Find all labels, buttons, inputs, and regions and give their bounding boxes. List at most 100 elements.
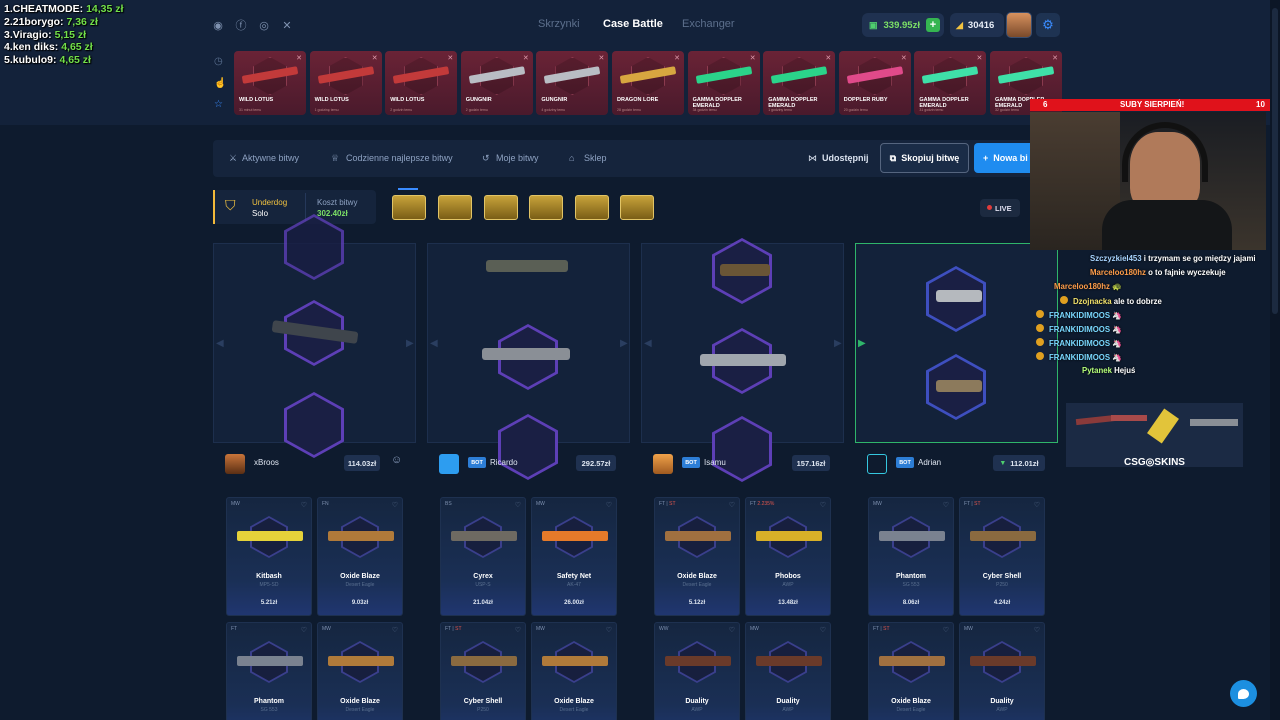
live-dot xyxy=(987,205,992,210)
star-icon[interactable]: ☆ xyxy=(214,99,223,110)
drop-card[interactable]: ✕ GUNGNIR 4 godziny temu xyxy=(536,51,609,115)
weapon-image xyxy=(237,531,303,541)
facebook-icon[interactable]: ⓕ xyxy=(233,17,249,33)
tab-case-battle[interactable]: Case Battle xyxy=(603,18,663,30)
leaderboard-name: 2.21borygo: xyxy=(4,15,64,28)
tab-best-battles[interactable]: Codzienne najlepsze bitwy xyxy=(346,153,453,163)
heart-icon[interactable]: ♡ xyxy=(606,501,612,509)
item-card[interactable]: MW ♡ Safety Net AK-47 26.00zł xyxy=(531,497,617,616)
drop-card[interactable]: ✕ GAMMA DOPPLER EMERALD 34 godzin temu xyxy=(687,51,760,115)
item-card[interactable]: MW ♡ Duality AWP xyxy=(959,622,1045,720)
copy-icon: ⧉ xyxy=(889,152,897,163)
heart-icon[interactable]: ♡ xyxy=(606,626,612,634)
item-card[interactable]: FT 2.235% ♡ Phobos AWP 13.48zł xyxy=(745,497,831,616)
drop-time: 31 godzin temu xyxy=(919,108,944,112)
heart-icon[interactable]: ♡ xyxy=(820,501,826,509)
item-name: Oxide Blaze xyxy=(677,573,717,580)
chat-text: i trzymam se go między jajami xyxy=(1143,254,1256,263)
tab-skrzynki[interactable]: Skrzynki xyxy=(538,18,580,30)
item-card[interactable]: MW ♡ Duality AWP xyxy=(745,622,831,720)
scrollbar[interactable] xyxy=(1270,0,1280,720)
drop-card[interactable]: ✕ GAMMA DOPPLER EMERALD 1 godziny temu xyxy=(763,51,836,115)
close-icon[interactable]: ✕ xyxy=(825,54,831,62)
item-card[interactable]: MW ♡ Phantom SG 553 8.06zł xyxy=(868,497,954,616)
close-icon[interactable]: ✕ xyxy=(599,54,605,62)
copy-battle-button[interactable]: ⧉ Skopiuj bitwę xyxy=(880,143,969,173)
thumbs-up-icon[interactable]: ☝ xyxy=(214,78,226,89)
weapon-image xyxy=(700,354,786,366)
weapon-image xyxy=(756,531,822,541)
drop-card[interactable]: ✕ DOPPLER RUBY 20 godzin temu xyxy=(838,51,911,115)
item-card[interactable]: BS ♡ Cyrex USP-S 21.04zł xyxy=(440,497,526,616)
item-card[interactable]: MW ♡ Oxide Blaze Desert Eagle xyxy=(531,622,617,720)
tab-active-battles[interactable]: Aktywne bitwy xyxy=(242,153,299,163)
discord-icon[interactable]: ◉ xyxy=(210,17,226,33)
balance-pill[interactable]: ▣ 339.95zł + xyxy=(862,13,944,37)
close-icon[interactable]: ✕ xyxy=(1052,54,1058,62)
drop-card[interactable]: ✕ WILD LOTUS 2 godzin temu xyxy=(385,51,458,115)
item-weapon: Desert Eagle xyxy=(682,582,712,588)
heart-icon[interactable]: ♡ xyxy=(820,626,826,634)
chat-user: FRANKIDIMOOS xyxy=(1049,339,1111,348)
drop-card[interactable]: ✕ WILD LOTUS 1 godzinę temu xyxy=(309,51,382,115)
tab-shop[interactable]: Sklep xyxy=(584,153,607,163)
heart-icon[interactable]: ♡ xyxy=(301,501,307,509)
close-icon[interactable]: ✕ xyxy=(901,54,907,62)
item-weapon: AWP xyxy=(782,707,794,713)
heart-icon[interactable]: ♡ xyxy=(943,501,949,509)
drop-card[interactable]: ✕ GAMMA DOPPLER EMERALD 31 godzin temu xyxy=(914,51,987,115)
item-name: Phobos xyxy=(775,573,801,580)
heart-icon[interactable]: ♡ xyxy=(301,626,307,634)
heart-icon[interactable]: ♡ xyxy=(1034,501,1040,509)
item-card[interactable]: FT | ST ♡ Oxide Blaze Desert Eagle xyxy=(868,622,954,720)
item-name: Cyrex xyxy=(473,573,493,580)
drop-card[interactable]: ✕ GUNGNIR 2 godzin temu xyxy=(460,51,533,115)
player-name: xBroos xyxy=(254,458,279,467)
close-icon[interactable]: ✕ xyxy=(750,54,756,62)
item-card[interactable]: FT | ST ♡ Cyber Shell P250 4.24zł xyxy=(959,497,1045,616)
user-avatar[interactable] xyxy=(1006,12,1032,38)
tab-exchanger[interactable]: Exchanger xyxy=(682,18,735,30)
heart-icon[interactable]: ♡ xyxy=(729,626,735,634)
drop-card[interactable]: ✕ DRAGON LORE 28 godzin temu xyxy=(612,51,684,115)
heart-icon[interactable]: ♡ xyxy=(515,626,521,634)
support-chat-button[interactable] xyxy=(1230,680,1257,707)
item-weapon: P250 xyxy=(996,582,1008,588)
item-card[interactable]: MW ♡ Oxide Blaze Desert Eagle xyxy=(317,622,403,720)
heart-icon[interactable]: ♡ xyxy=(1034,626,1040,634)
heart-icon[interactable]: ♡ xyxy=(392,626,398,634)
gear-icon[interactable]: ⚙ xyxy=(1036,13,1060,37)
item-card[interactable]: WW ♡ Duality AWP xyxy=(654,622,740,720)
item-quality: FT xyxy=(231,626,238,632)
heart-icon[interactable]: ♡ xyxy=(392,501,398,509)
item-card[interactable]: MW ♡ Kitbash MP5-SD 5.21zł xyxy=(226,497,312,616)
drop-card[interactable]: ✕ WILD LOTUS 31 minut temu xyxy=(234,51,306,115)
heart-icon[interactable]: ♡ xyxy=(515,501,521,509)
weapon-image xyxy=(879,656,945,666)
item-name: Oxide Blaze xyxy=(891,698,931,705)
item-quality: MW xyxy=(536,501,545,507)
heart-icon[interactable]: ♡ xyxy=(943,626,949,634)
leaderboard-row: 1.CHEATMODE: 14,35 zł xyxy=(4,3,123,16)
coins-pill: ◢ 30416 xyxy=(950,13,1004,37)
close-icon[interactable]: ✕ xyxy=(296,54,302,62)
item-card[interactable]: FT ♡ Phantom SG 553 xyxy=(226,622,312,720)
heart-icon[interactable]: ♡ xyxy=(729,501,735,509)
item-card[interactable]: FN ♡ Oxide Blaze Desert Eagle 9.03zł xyxy=(317,497,403,616)
close-icon[interactable]: ✕ xyxy=(447,54,453,62)
close-icon[interactable]: ✕ xyxy=(523,54,529,62)
tab-my-battles[interactable]: Moje bitwy xyxy=(496,153,539,163)
share-button[interactable]: Udostępnij xyxy=(822,153,869,163)
close-icon[interactable]: ✕ xyxy=(977,54,983,62)
instagram-icon[interactable]: ◎ xyxy=(256,17,272,33)
close-icon[interactable]: ✕ xyxy=(674,54,680,62)
smiley-icon[interactable]: ☺ xyxy=(391,454,402,466)
x-icon[interactable]: ✕ xyxy=(279,17,295,33)
close-icon[interactable]: ✕ xyxy=(372,54,378,62)
item-card[interactable]: FT | ST ♡ Cyber Shell P250 xyxy=(440,622,526,720)
scrollbar-thumb[interactable] xyxy=(1272,8,1278,314)
clock-icon[interactable]: ◷ xyxy=(214,56,223,67)
deposit-button[interactable]: + xyxy=(925,18,940,32)
item-card[interactable]: FT | ST ♡ Oxide Blaze Desert Eagle 5.12zł xyxy=(654,497,740,616)
chat-icon xyxy=(1238,688,1249,699)
